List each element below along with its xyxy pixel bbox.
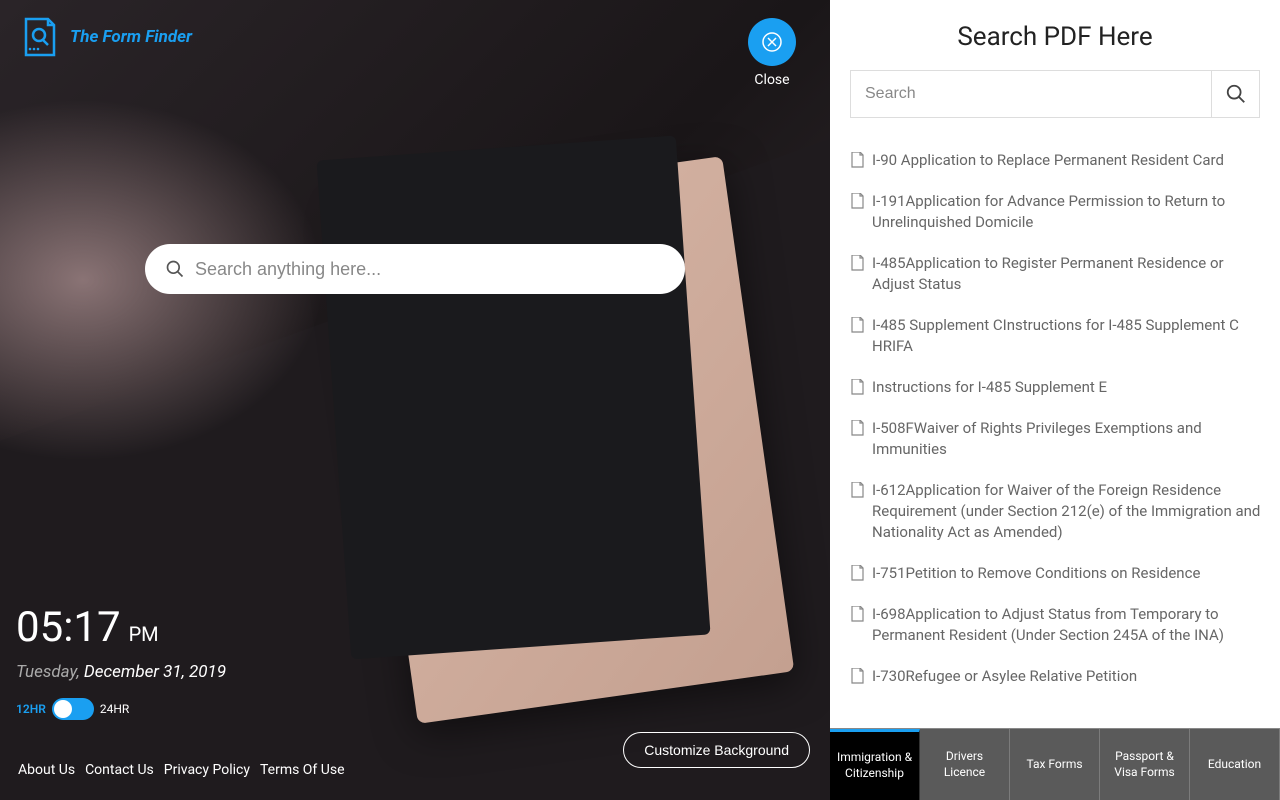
brand-logo[interactable]: The Form Finder bbox=[18, 15, 192, 59]
list-item-label: I-698Application to Adjust Status from T… bbox=[872, 604, 1268, 646]
pdf-file-icon bbox=[850, 482, 864, 498]
list-item-label: Instructions for I-485 Supplement E bbox=[872, 377, 1107, 398]
link-about-us[interactable]: About Us bbox=[18, 762, 75, 778]
list-item-label: I-90 Application to Replace Permanent Re… bbox=[872, 150, 1224, 171]
list-item[interactable]: I-508FWaiver of Rights Privileges Exempt… bbox=[850, 408, 1274, 470]
search-icon bbox=[1225, 83, 1247, 105]
pdf-file-icon bbox=[850, 668, 864, 684]
pdf-search-bar bbox=[850, 70, 1260, 118]
list-item[interactable]: Instructions for I-485 Supplement E bbox=[850, 367, 1274, 408]
tab-tax-forms[interactable]: Tax Forms bbox=[1010, 729, 1100, 800]
tab-label: Education bbox=[1208, 757, 1261, 773]
panel-title: Search PDF Here bbox=[830, 0, 1280, 70]
close-button[interactable] bbox=[748, 18, 796, 66]
pdf-search-button[interactable] bbox=[1211, 71, 1259, 117]
toggle-knob bbox=[54, 700, 72, 718]
pdf-file-icon bbox=[850, 565, 864, 581]
background-notebook bbox=[346, 156, 795, 724]
list-item[interactable]: I-698Application to Adjust Status from T… bbox=[850, 594, 1274, 656]
close-icon bbox=[761, 31, 783, 53]
list-item[interactable]: I-90 Application to Replace Permanent Re… bbox=[850, 140, 1274, 181]
tab-drivers-licence[interactable]: Drivers Licence bbox=[920, 729, 1010, 800]
hr24-label: 24HR bbox=[100, 702, 129, 716]
list-item[interactable]: I-612Application for Waiver of the Forei… bbox=[850, 470, 1274, 553]
hour-toggle-switch[interactable] bbox=[52, 698, 94, 720]
list-item[interactable]: I-191Application for Advance Permission … bbox=[850, 181, 1274, 243]
date-value: December 31, 2019 bbox=[84, 662, 226, 682]
pdf-file-icon bbox=[850, 420, 864, 436]
close-label: Close bbox=[748, 72, 796, 88]
tab-immigration-citizenship[interactable]: Immigration & Citizenship bbox=[830, 729, 920, 800]
tab-education[interactable]: Education bbox=[1190, 729, 1280, 800]
close-panel-control: Close bbox=[748, 18, 796, 88]
pdf-results-list[interactable]: I-90 Application to Replace Permanent Re… bbox=[830, 132, 1280, 728]
main-search-input[interactable] bbox=[195, 259, 665, 280]
clock-widget: 05:17 PM Tuesday, December 31, 2019 12HR… bbox=[16, 603, 226, 720]
search-icon bbox=[165, 259, 185, 279]
customize-background-button[interactable]: Customize Background bbox=[623, 732, 810, 768]
link-terms-of-use[interactable]: Terms Of Use bbox=[260, 762, 345, 778]
date-line: Tuesday, December 31, 2019 bbox=[16, 662, 226, 682]
tab-label: Tax Forms bbox=[1026, 757, 1082, 773]
hour-format-toggle: 12HR 24HR bbox=[16, 698, 226, 720]
list-item-label: I-751Petition to Remove Conditions on Re… bbox=[872, 563, 1200, 584]
hr12-label: 12HR bbox=[16, 702, 46, 716]
list-item[interactable]: I-751Petition to Remove Conditions on Re… bbox=[850, 553, 1274, 594]
tab-passport-visa-forms[interactable]: Passport & Visa Forms bbox=[1100, 729, 1190, 800]
list-item-label: I-612Application for Waiver of the Forei… bbox=[872, 480, 1268, 543]
pdf-file-icon bbox=[850, 606, 864, 622]
pdf-file-icon bbox=[850, 152, 864, 168]
list-item-label: I-508FWaiver of Rights Privileges Exempt… bbox=[872, 418, 1268, 460]
pdf-file-icon bbox=[850, 193, 864, 209]
list-item[interactable]: I-485 Supplement CInstructions for I-485… bbox=[850, 305, 1274, 367]
list-item-label: I-485 Supplement CInstructions for I-485… bbox=[872, 315, 1268, 357]
brand-name: The Form Finder bbox=[70, 27, 192, 47]
link-privacy-policy[interactable]: Privacy Policy bbox=[164, 762, 250, 778]
main-content: The Form Finder Close 05:17 PM Tuesday, … bbox=[0, 0, 830, 800]
time-value: 05:17 bbox=[16, 603, 121, 652]
tab-label: Immigration & Citizenship bbox=[834, 750, 915, 781]
pdf-file-icon bbox=[850, 317, 864, 333]
date-weekday: Tuesday, bbox=[16, 662, 80, 682]
tab-label: Passport & Visa Forms bbox=[1104, 749, 1185, 780]
form-finder-icon bbox=[18, 15, 62, 59]
pdf-file-icon bbox=[850, 379, 864, 395]
list-item-label: I-485Application to Register Permanent R… bbox=[872, 253, 1268, 295]
list-item[interactable]: I-485Application to Register Permanent R… bbox=[850, 243, 1274, 305]
pdf-search-input[interactable] bbox=[851, 71, 1211, 117]
time-ampm: PM bbox=[129, 622, 159, 646]
pdf-search-panel: Search PDF Here I-90 Application to Repl… bbox=[830, 0, 1280, 800]
list-item[interactable]: I-730Refugee or Asylee Relative Petition bbox=[850, 656, 1274, 697]
tab-label: Drivers Licence bbox=[924, 749, 1005, 780]
list-item-label: I-191Application for Advance Permission … bbox=[872, 191, 1268, 233]
list-item-label: I-730Refugee or Asylee Relative Petition bbox=[872, 666, 1137, 687]
link-contact-us[interactable]: Contact Us bbox=[85, 762, 154, 778]
footer-links: About Us Contact Us Privacy Policy Terms… bbox=[18, 762, 345, 778]
category-tabs: Immigration & Citizenship Drivers Licence… bbox=[830, 728, 1280, 800]
pdf-file-icon bbox=[850, 255, 864, 271]
main-search-bar[interactable] bbox=[145, 244, 685, 294]
